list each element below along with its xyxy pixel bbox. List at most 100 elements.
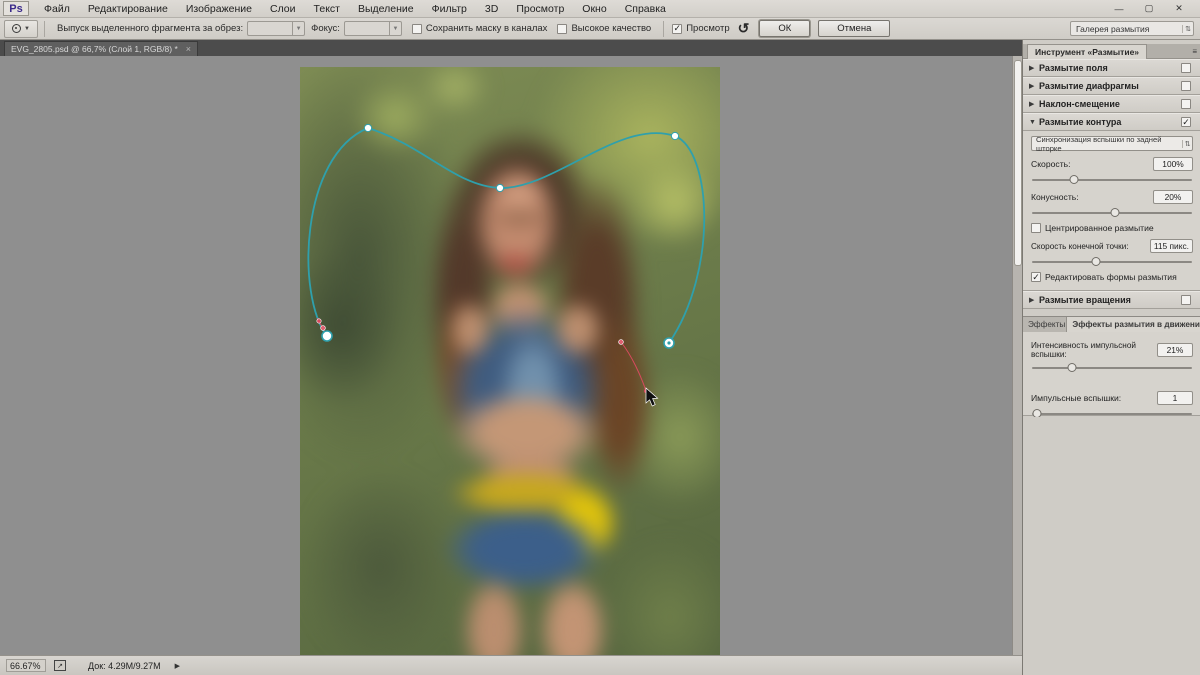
tab-blur-tools[interactable]: Инструмент «Размытие»	[1027, 44, 1148, 59]
chevron-right-icon: ▶	[1029, 83, 1035, 90]
menu-type[interactable]: Текст	[305, 3, 349, 15]
taper-slider-thumb[interactable]	[1110, 208, 1120, 217]
reset-icon[interactable]: ↺	[738, 20, 750, 37]
photoshop-logo: Ps	[3, 1, 29, 16]
menu-layers[interactable]: Слои	[261, 3, 305, 15]
document-tab-bar: EVG_2805.psd @ 66,7% (Слой 1, RGB/8) * ×	[0, 40, 1200, 56]
zoom-level-field[interactable]: 66.67%	[6, 659, 46, 672]
ok-button[interactable]: ОК	[759, 20, 811, 37]
strobe-strength-slider[interactable]	[1032, 362, 1192, 373]
section-tilt-shift[interactable]: ▶ Наклон-смещение	[1023, 95, 1200, 113]
checkbox-icon	[411, 23, 422, 34]
panel-empty-area	[1023, 417, 1200, 675]
end-point-speed-field[interactable]: 115 пикс.	[1149, 239, 1193, 253]
strobe-flashes-label: Импульсные вспышки:	[1031, 393, 1122, 403]
section-path-blur[interactable]: ▼ Размытие контура ✓	[1023, 113, 1200, 131]
edit-blur-shapes-checkbox[interactable]: ✓ Редактировать формы размытия	[1031, 272, 1193, 282]
focus-combo[interactable]: ▼	[343, 21, 402, 36]
vertical-scrollbar[interactable]	[1012, 56, 1022, 655]
motion-blur-effects-controls: Интенсивность импульсной вспышки: 21% Им…	[1023, 332, 1200, 418]
menu-view[interactable]: Просмотр	[507, 3, 573, 15]
path-blur-checkbox[interactable]: ✓	[1181, 117, 1191, 127]
path-blur-controls: Синхронизация вспышки по задней шторке ⇅…	[1023, 131, 1200, 291]
tilt-shift-checkbox[interactable]	[1181, 99, 1191, 109]
status-options-icon[interactable]: ▶	[175, 662, 180, 670]
close-icon[interactable]: ✕	[1166, 2, 1192, 16]
end-point-speed-thumb[interactable]	[1091, 257, 1101, 266]
save-mask-checkbox[interactable]: Сохранить маску в каналах	[411, 23, 547, 34]
vertical-scrollbar-thumb[interactable]	[1014, 60, 1022, 266]
bleed-combo[interactable]: ▼	[247, 21, 306, 36]
publish-icon[interactable]: ↗	[54, 660, 66, 671]
blur-pin-tool-icon	[12, 24, 22, 33]
menu-edit[interactable]: Редактирование	[79, 3, 177, 15]
close-tab-icon[interactable]: ×	[186, 44, 191, 54]
checkbox-icon	[557, 23, 568, 34]
strobe-strength-thumb[interactable]	[1067, 363, 1077, 372]
canvas-area[interactable]	[0, 56, 1012, 655]
blur-gallery-panel: Инструмент «Размытие» ≡ ▶ Размытие поля …	[1022, 40, 1200, 675]
speed-label: Скорость:	[1031, 159, 1071, 169]
checkmark-icon: ✓	[1031, 271, 1041, 282]
document-title: EVG_2805.psd @ 66,7% (Слой 1, RGB/8) *	[11, 44, 178, 54]
taper-value-field[interactable]: 20%	[1153, 190, 1193, 204]
status-bar: 66.67% ↗ Док: 4.29М/9.27М ▶	[0, 655, 1200, 675]
strobe-strength-field[interactable]: 21%	[1157, 343, 1193, 357]
blur-sections: ▶ Размытие поля ▶ Размытие диафрагмы ▶ Н…	[1023, 59, 1200, 309]
path-blur-mode-combo[interactable]: Синхронизация вспышки по задней шторке ⇅	[1031, 135, 1193, 153]
section-field-blur[interactable]: ▶ Размытие поля	[1023, 59, 1200, 77]
menu-help[interactable]: Справка	[616, 3, 675, 15]
strobe-strength-label: Интенсивность импульсной вспышки:	[1031, 341, 1136, 359]
effects-tab-row: Эффекты ра Эффекты размытия в движение	[1023, 316, 1200, 332]
high-quality-checkbox[interactable]: Высокое качество	[557, 23, 651, 34]
end-point-speed-slider[interactable]	[1032, 256, 1192, 267]
workspace-combo[interactable]: Галерея размытия ⇅	[1070, 21, 1194, 36]
chevron-right-icon: ▶	[1029, 297, 1035, 304]
chevron-down-icon: ▼	[388, 22, 401, 35]
chevron-right-icon: ▶	[1029, 65, 1035, 72]
stepper-icon: ⇅	[1182, 139, 1192, 148]
menu-file[interactable]: Файл	[35, 3, 79, 15]
menu-3d[interactable]: 3D	[476, 3, 507, 15]
speed-value-field[interactable]: 100%	[1153, 157, 1193, 171]
end-point-speed-label: Скорость конечной точки:	[1031, 241, 1129, 251]
menu-select[interactable]: Выделение	[349, 3, 423, 15]
tab-blur-effects[interactable]: Эффекты ра	[1023, 317, 1068, 332]
spin-blur-checkbox[interactable]	[1181, 295, 1191, 305]
chevron-right-icon: ▶	[1029, 101, 1035, 108]
taper-slider[interactable]	[1032, 207, 1192, 218]
bleed-label: Выпуск выделенного фрагмента за обрез:	[57, 23, 244, 34]
checkmark-icon: ✓	[672, 23, 683, 34]
field-blur-checkbox[interactable]	[1181, 63, 1191, 73]
speed-slider-thumb[interactable]	[1069, 175, 1079, 184]
speed-slider[interactable]	[1032, 174, 1192, 185]
maximize-icon[interactable]: ▢	[1136, 2, 1162, 16]
menu-window[interactable]: Окно	[573, 3, 615, 15]
focus-label: Фокус:	[311, 23, 340, 34]
checkbox-icon	[1031, 223, 1041, 233]
document-tab[interactable]: EVG_2805.psd @ 66,7% (Слой 1, RGB/8) * ×	[4, 41, 199, 56]
menu-filter[interactable]: Фильтр	[423, 3, 476, 15]
window-controls: — ▢ ✕	[1106, 2, 1200, 16]
minimize-icon[interactable]: —	[1106, 2, 1132, 16]
preview-checkbox[interactable]: ✓ Просмотр	[672, 23, 730, 34]
panel-menu-icon[interactable]: ≡	[1192, 47, 1198, 56]
chevron-down-icon: ▼	[1029, 118, 1036, 126]
centered-blur-checkbox[interactable]: Центрированное размытие	[1031, 223, 1193, 233]
section-iris-blur[interactable]: ▶ Размытие диафрагмы	[1023, 77, 1200, 95]
panel-tab-row: Инструмент «Размытие» ≡	[1023, 44, 1200, 59]
section-spin-blur[interactable]: ▶ Размытие вращения	[1023, 291, 1200, 309]
chevron-down-icon: ▼	[292, 22, 304, 35]
document-size-label: Док: 4.29М/9.27М	[88, 660, 161, 671]
cancel-button[interactable]: Отмена	[818, 20, 891, 37]
blur-tool-preset[interactable]: ▼	[4, 19, 38, 38]
stepper-icon: ⇅	[1182, 24, 1193, 33]
taper-label: Конусность:	[1031, 192, 1079, 202]
strobe-flashes-field[interactable]: 1	[1157, 391, 1193, 405]
options-bar: ▼ Выпуск выделенного фрагмента за обрез:…	[0, 18, 1200, 40]
menu-bar: Ps Файл Редактирование Изображение Слои …	[0, 0, 1200, 18]
tab-motion-blur-effects[interactable]: Эффекты размытия в движение	[1067, 317, 1200, 332]
iris-blur-checkbox[interactable]	[1181, 81, 1191, 91]
photo-document	[300, 67, 720, 655]
menu-image[interactable]: Изображение	[177, 3, 261, 15]
